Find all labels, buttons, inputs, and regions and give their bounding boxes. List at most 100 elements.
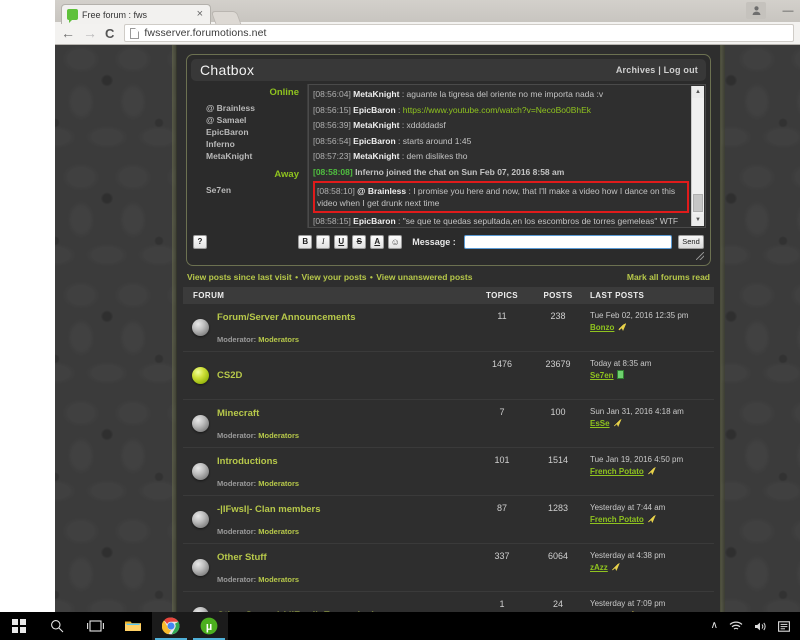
send-button[interactable]: Send xyxy=(678,235,704,249)
tab-close-icon[interactable]: × xyxy=(194,9,206,20)
chatbox-messages[interactable]: [08:56:04] MetaKnight : aguante la tigre… xyxy=(308,84,706,228)
utorrent-button[interactable]: µ xyxy=(190,612,228,640)
logout-link[interactable]: Log out xyxy=(664,65,698,75)
moderator-link[interactable]: Moderators xyxy=(258,575,299,584)
last-post-user-link[interactable]: Bonzo xyxy=(590,323,614,332)
view-your-posts-link[interactable]: View your posts xyxy=(301,272,366,282)
file-explorer-button[interactable] xyxy=(114,612,152,640)
underline-button[interactable]: U xyxy=(334,235,349,249)
resize-grip[interactable] xyxy=(191,252,706,261)
message-separator: : xyxy=(395,135,403,146)
bold-button[interactable]: B xyxy=(298,235,313,249)
last-post-date: Tue Feb 02, 2016 12:35 pm xyxy=(590,311,689,320)
message-author[interactable]: @ Brainless xyxy=(357,186,406,196)
last-post-jump-icon[interactable] xyxy=(617,323,627,331)
reload-icon[interactable]: C xyxy=(105,27,114,40)
message-separator: : xyxy=(395,104,403,115)
forum-row[interactable]: Other Games! (-|IFwsI|- Expansion) 1 24 Yes… xyxy=(183,592,714,612)
forum-row[interactable]: Forum/Server Announcements Moderator: Mod… xyxy=(183,304,714,352)
view-posts-since-last-visit-link[interactable]: View posts since last visit xyxy=(187,272,292,282)
last-post-doc-icon[interactable] xyxy=(616,370,624,379)
moderator-link[interactable]: Moderators xyxy=(258,335,299,344)
scrollbar-thumb[interactable] xyxy=(693,194,703,212)
start-button[interactable] xyxy=(0,612,38,640)
font-color-button[interactable]: A xyxy=(370,235,385,249)
forum-title-link[interactable]: CS2D xyxy=(217,369,474,382)
moderator-link[interactable]: Moderators xyxy=(258,431,299,440)
forum-row[interactable]: -|IFwsI|- Clan members Moderator: Moderat… xyxy=(183,496,714,544)
forum-status-cell xyxy=(183,549,217,586)
search-button[interactable] xyxy=(38,612,76,640)
chat-user[interactable]: Se7en xyxy=(191,184,301,196)
forum-title-link[interactable]: Forum/Server Announcements xyxy=(217,311,474,324)
moderator-link[interactable]: Moderators xyxy=(258,527,299,536)
last-post-user-link[interactable]: Se7en xyxy=(590,371,614,380)
scroll-up-icon[interactable]: ▲ xyxy=(692,86,704,98)
tray-chevron-up-icon[interactable]: ∧ xyxy=(711,621,718,631)
forum-title-link[interactable]: Other Stuff xyxy=(217,551,474,564)
forum-info-cell: Minecraft Moderator: Moderators xyxy=(217,405,474,442)
window-controls: — xyxy=(746,2,796,19)
message-author[interactable]: MetaKnight xyxy=(353,120,399,130)
chrome-icon xyxy=(162,617,180,635)
chrome-button[interactable] xyxy=(152,612,190,640)
forum-row[interactable]: CS2D 1476 23679 Today at 8:35 am Se7en xyxy=(183,352,714,400)
message-author[interactable]: MetaKnight xyxy=(353,151,399,161)
forum-moderator: Moderator: Moderators xyxy=(217,574,300,584)
chat-user[interactable]: Inferno xyxy=(191,138,301,150)
forum-status-cell xyxy=(183,501,217,538)
message-text: aguante la tigresa del oriente no me imp… xyxy=(406,89,604,99)
forum-row[interactable]: Introductions Moderator: Moderators 101 151… xyxy=(183,448,714,496)
message-author[interactable]: EpicBaron xyxy=(353,136,396,146)
message-author[interactable]: EpicBaron xyxy=(353,216,396,226)
last-post-jump-icon[interactable] xyxy=(612,419,622,427)
last-post-jump-icon[interactable] xyxy=(646,467,656,475)
last-post-user-line: zAzz xyxy=(590,562,708,574)
forum-status-cell xyxy=(183,405,217,442)
help-button[interactable]: ? xyxy=(193,235,207,249)
last-post-date: Yesterday at 7:44 am xyxy=(590,503,666,512)
chat-user[interactable]: @ Samael xyxy=(191,114,301,126)
message-link[interactable]: https://www.youtube.com/watch?v=NecoBo0B… xyxy=(403,105,591,115)
mark-all-forums-read-link[interactable]: Mark all forums read xyxy=(627,272,710,282)
address-bar[interactable]: fwsserver.forumotions.net xyxy=(124,24,794,42)
forum-title-link[interactable]: -|IFwsI|- Clan members xyxy=(217,503,474,516)
last-post-user-link[interactable]: French Potato xyxy=(590,515,644,524)
chatbox-scrollbar[interactable]: ▲ ▼ xyxy=(691,86,704,226)
forum-title-link[interactable]: Introductions xyxy=(217,455,474,468)
last-post-jump-icon[interactable] xyxy=(646,515,656,523)
message-author[interactable]: EpicBaron xyxy=(353,105,396,115)
message-input[interactable] xyxy=(463,235,672,249)
forum-topics-count: 87 xyxy=(496,503,507,513)
scroll-down-icon[interactable]: ▼ xyxy=(692,214,704,226)
archives-link[interactable]: Archives xyxy=(616,65,656,75)
forum-title-link[interactable]: Minecraft xyxy=(217,407,474,420)
last-post-user-link[interactable]: EsSe xyxy=(590,419,610,428)
forum-row[interactable]: Other Stuff Moderator: Moderators 337 6064 Y… xyxy=(183,544,714,592)
last-post-jump-icon[interactable] xyxy=(610,563,620,571)
wifi-icon xyxy=(729,621,743,630)
minimize-button[interactable]: — xyxy=(780,4,796,18)
chat-user[interactable]: MetaKnight xyxy=(191,150,301,162)
moderator-link[interactable]: Moderators xyxy=(258,479,299,488)
view-unanswered-posts-link[interactable]: View unanswered posts xyxy=(376,272,472,282)
forum-row[interactable]: Minecraft Moderator: Moderators 7 100 Sun Ja… xyxy=(183,400,714,448)
message-separator: : xyxy=(399,151,407,161)
message-timestamp: [08:57:23] xyxy=(313,151,354,161)
forum-no-new-posts-icon xyxy=(191,511,209,528)
last-post-user-link[interactable]: zAzz xyxy=(590,563,608,572)
page-viewport: Chatbox Archives | Log out Online @ Brai… xyxy=(55,45,800,612)
strikethrough-button[interactable]: S xyxy=(352,235,367,249)
profile-icon[interactable] xyxy=(746,2,766,19)
chat-user[interactable]: EpicBaron xyxy=(191,126,301,138)
last-post-user-link[interactable]: French Potato xyxy=(590,467,644,476)
message-author[interactable]: MetaKnight xyxy=(353,89,399,99)
new-tab-button[interactable] xyxy=(210,11,242,24)
message-separator: : xyxy=(399,120,407,130)
smiley-icon[interactable]: ☺ xyxy=(388,235,403,249)
chat-user[interactable]: @ Brainless xyxy=(191,102,301,114)
task-view-button[interactable] xyxy=(76,612,114,640)
back-icon[interactable]: ← xyxy=(61,26,75,40)
italic-button[interactable]: I xyxy=(316,235,331,249)
browser-tab[interactable]: Free forum : fws × xyxy=(61,4,211,24)
